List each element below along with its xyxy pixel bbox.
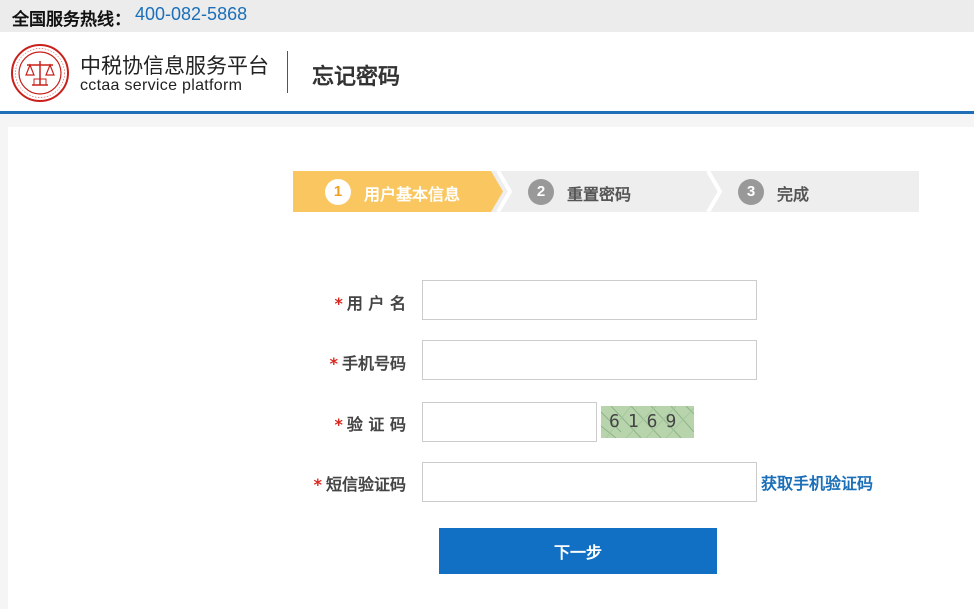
step-user-info: 1 用户基本信息 [293, 171, 503, 212]
sms-code-input[interactable] [422, 462, 757, 502]
hotline-number: 400-082-5868 [135, 4, 248, 24]
hotline-label: 全国服务热线： [12, 10, 131, 30]
captcha-label: * 验 证 码 [276, 411, 406, 435]
username-label-text: 用 户 名 [346, 294, 406, 313]
hotline-bar: 全国服务热线： 400-082-5868 [0, 0, 974, 32]
step-complete: 3 完成 [711, 171, 919, 212]
phone-label-text: 手机号码 [341, 354, 406, 373]
required-mark: * [329, 354, 338, 373]
phone-input[interactable] [422, 340, 757, 380]
captcha-input[interactable] [422, 402, 597, 442]
phone-label: * 手机号码 [276, 350, 406, 374]
required-mark: * [334, 415, 343, 434]
step-number: 2 [528, 179, 554, 205]
next-step-button[interactable]: 下一步 [439, 528, 717, 574]
sms-code-label-text: 短信验证码 [325, 475, 406, 494]
username-label: * 用 户 名 [276, 290, 406, 314]
brand-name-cn: 中税协信息服务平台 [80, 54, 269, 78]
captcha-label-text: 验 证 码 [346, 415, 406, 434]
header-divider [287, 51, 288, 93]
required-mark: * [334, 294, 343, 313]
step-progress: 1 用户基本信息 2 重置密码 3 完成 [293, 171, 919, 212]
step-label: 完成 [777, 185, 810, 204]
sms-code-label: * 短信验证码 [276, 471, 406, 495]
username-input[interactable] [422, 280, 757, 320]
captcha-image[interactable]: 6169 [601, 406, 694, 438]
get-sms-code-link[interactable]: 获取手机验证码 [761, 470, 873, 494]
step-label: 用户基本信息 [364, 185, 461, 204]
step-reset-password: 2 重置密码 [501, 171, 713, 212]
page-title: 忘记密码 [312, 65, 401, 90]
step-number: 1 [325, 179, 351, 205]
captcha-text: 6169 [609, 411, 685, 432]
required-mark: * [313, 475, 322, 494]
brand-name-en: cctaa service platform [80, 77, 243, 94]
header: 中税协信息服务平台 cctaa service platform 忘记密码 [0, 32, 974, 114]
step-number: 3 [738, 179, 764, 205]
cctaa-seal-logo [11, 44, 69, 102]
step-label: 重置密码 [567, 185, 632, 204]
